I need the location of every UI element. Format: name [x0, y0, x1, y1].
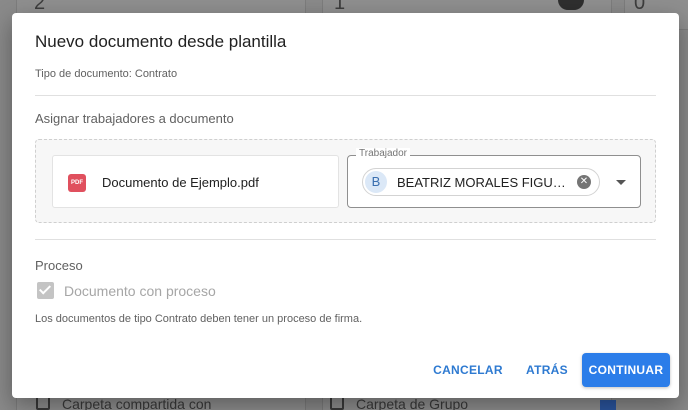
divider [35, 95, 656, 96]
new-document-dialog: Nuevo documento desde plantilla Tipo de … [12, 13, 679, 398]
divider [35, 239, 656, 240]
assign-workers-area: PDF Documento de Ejemplo.pdf Trabajador … [35, 139, 656, 223]
background-row-label: Carpeta compartida con [62, 396, 212, 410]
document-name: Documento de Ejemplo.pdf [102, 175, 259, 190]
checkmark-icon [38, 282, 52, 295]
worker-select[interactable]: Trabajador B BEATRIZ MORALES FIGUER... ✕ [347, 148, 641, 208]
process-checkbox-label: Documento con proceso [64, 283, 216, 299]
assign-workers-label: Asignar trabajadores a documento [35, 111, 234, 126]
remove-worker-icon[interactable]: ✕ [577, 175, 591, 189]
pdf-file-icon: PDF [68, 174, 86, 192]
worker-avatar: B [365, 171, 387, 193]
process-checkbox[interactable] [37, 282, 54, 299]
continue-button[interactable]: CONTINUAR [582, 353, 670, 387]
document-type-subtitle: Tipo de documento: Contrato [35, 68, 178, 80]
worker-chip[interactable]: B BEATRIZ MORALES FIGUER... ✕ [362, 168, 600, 196]
background-checkbox [36, 396, 50, 410]
process-label: Proceso [35, 258, 83, 273]
background-blue-square [600, 400, 616, 410]
back-button[interactable]: ATRÁS [520, 353, 574, 387]
background-checkbox [330, 396, 344, 410]
worker-field-label: Trabajador [356, 148, 410, 159]
background-row-label: Carpeta de Grupo [356, 396, 469, 410]
worker-chip-label: BEATRIZ MORALES FIGUER... [397, 175, 569, 190]
dropdown-arrow-icon[interactable] [616, 180, 626, 185]
cancel-button[interactable]: CANCELAR [430, 353, 506, 387]
process-note: Los documentos de tipo Contrato deben te… [35, 313, 363, 325]
dialog-title: Nuevo documento desde plantilla [35, 32, 287, 51]
document-card: PDF Documento de Ejemplo.pdf [52, 155, 339, 208]
